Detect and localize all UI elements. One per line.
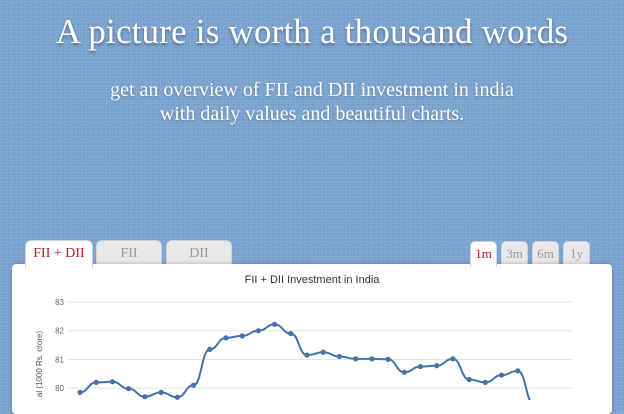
data-point[interactable] xyxy=(126,386,132,392)
y-tick-label: 80 xyxy=(55,384,64,393)
data-point[interactable] xyxy=(239,333,245,339)
range-1y-button[interactable]: 1y xyxy=(563,241,590,265)
data-point[interactable] xyxy=(174,394,180,400)
range-1m-button[interactable]: 1m xyxy=(470,241,497,267)
data-point[interactable] xyxy=(93,379,99,385)
subtitle-line-2: with daily values and beautiful charts. xyxy=(159,103,465,125)
range-6m-button[interactable]: 6m xyxy=(532,241,559,265)
data-point[interactable] xyxy=(77,389,83,396)
page-title: A picture is worth a thousand words xyxy=(55,12,569,51)
data-point[interactable] xyxy=(434,363,440,369)
data-point[interactable] xyxy=(466,376,472,383)
data-point[interactable] xyxy=(288,330,294,337)
data-point[interactable] xyxy=(304,352,310,358)
range-3m-button[interactable]: 3m xyxy=(501,241,528,265)
data-point[interactable] xyxy=(271,321,278,327)
data-point[interactable] xyxy=(498,372,505,378)
y-axis-label: al (1000 Rs. crore) xyxy=(35,331,44,398)
data-point[interactable] xyxy=(353,356,359,362)
data-point[interactable] xyxy=(401,369,407,375)
data-point[interactable] xyxy=(207,346,213,352)
data-point[interactable] xyxy=(142,394,148,400)
page-subtitle: get an overview of FII and DII investmen… xyxy=(0,78,624,126)
subtitle-line-1: get an overview of FII and DII investmen… xyxy=(110,79,514,101)
series-line xyxy=(79,323,532,400)
data-point[interactable] xyxy=(482,379,488,385)
data-point[interactable] xyxy=(515,368,521,374)
data-point[interactable] xyxy=(255,328,261,334)
data-point[interactable] xyxy=(223,335,229,341)
y-tick-label: 83 xyxy=(55,298,64,307)
tab-dii[interactable]: DII xyxy=(166,240,232,266)
y-tick-label: 81 xyxy=(55,355,64,364)
data-point[interactable] xyxy=(336,353,343,360)
data-point[interactable] xyxy=(190,382,197,388)
chart-title: FII + DII Investment in India xyxy=(245,274,381,286)
data-point[interactable] xyxy=(417,363,424,370)
tab-fii[interactable]: FII xyxy=(96,240,162,266)
investment-chart: FII + DII Investment in India al (1000 R… xyxy=(35,274,572,400)
data-point[interactable] xyxy=(109,379,116,385)
chart-panel: FII + DII Investment in India al (1000 R… xyxy=(12,264,612,414)
data-point[interactable] xyxy=(385,356,391,362)
data-point[interactable] xyxy=(369,356,375,362)
data-point[interactable] xyxy=(320,349,326,355)
y-tick-label: 82 xyxy=(55,327,64,336)
data-point[interactable] xyxy=(450,356,456,362)
data-point[interactable] xyxy=(158,389,164,396)
tab-fii-dii[interactable]: FII + DII xyxy=(25,240,93,268)
